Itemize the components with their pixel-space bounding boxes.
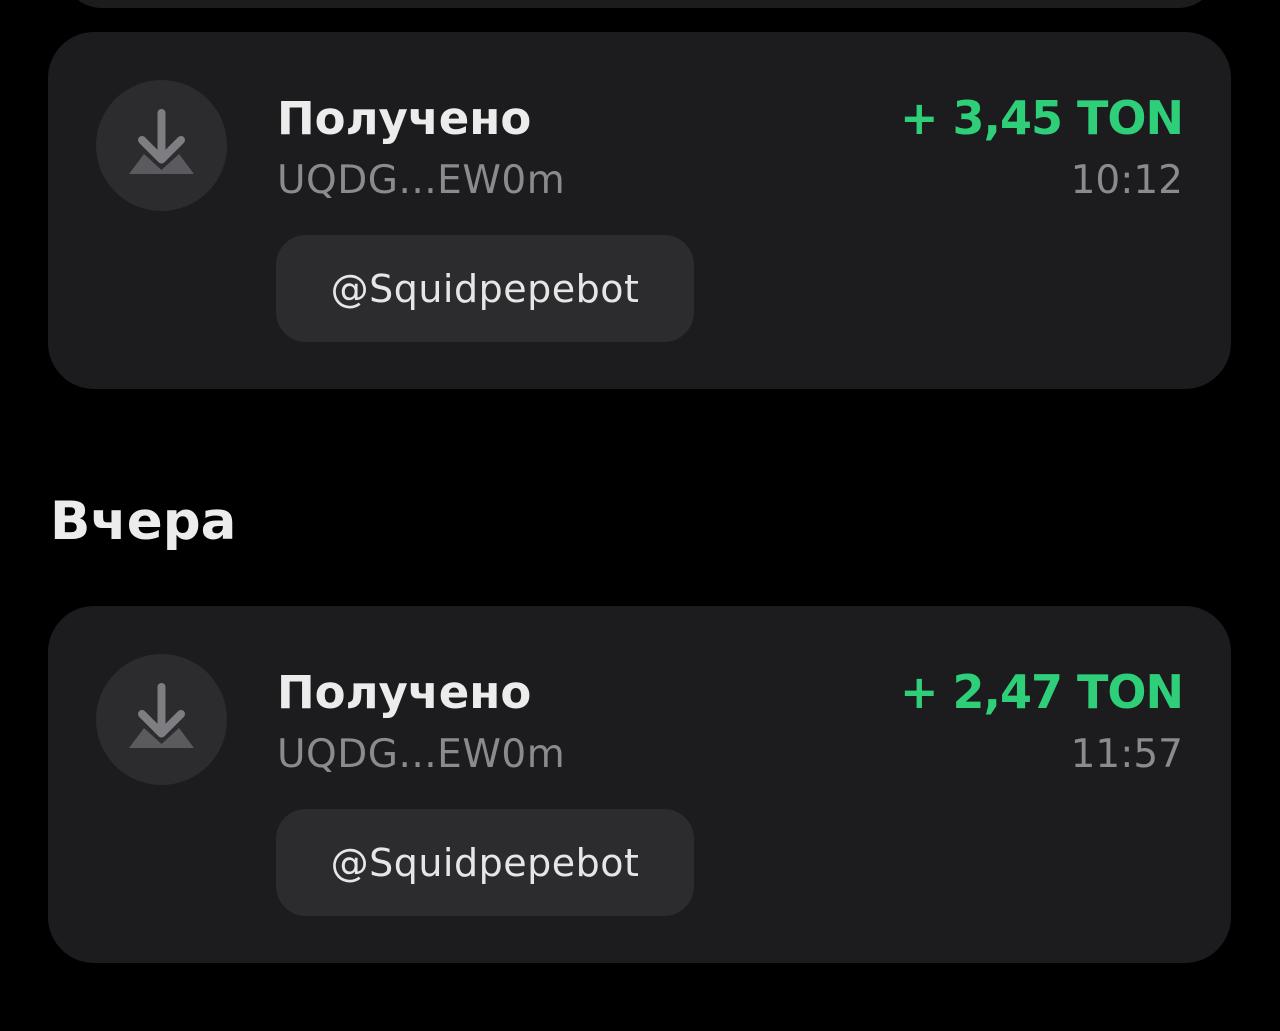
- transaction-comment: @Squidpepebot: [276, 235, 694, 342]
- transaction-type: Получено: [277, 666, 532, 719]
- receive-icon-circle: [96, 654, 227, 785]
- receive-icon-circle: [96, 80, 227, 211]
- transaction-history: Получено UQDG...EW0m + 3,45 TON 10:12 @S…: [0, 0, 1280, 1031]
- transaction-time: 10:12: [1070, 158, 1183, 203]
- transaction-address: UQDG...EW0m: [277, 732, 566, 777]
- arrow-down-receive-icon: [129, 683, 194, 748]
- transaction-comment: @Squidpepebot: [276, 809, 694, 916]
- transaction-time: 11:57: [1070, 732, 1183, 777]
- transaction-card[interactable]: Получено UQDG...EW0m + 2,47 TON 11:57 @S…: [48, 606, 1231, 963]
- section-header-yesterday: Вчера: [50, 491, 237, 552]
- arrow-down-receive-icon: [129, 109, 194, 174]
- previous-transaction-card[interactable]: [62, 0, 1218, 8]
- transaction-type: Получено: [277, 92, 532, 145]
- transaction-card[interactable]: Получено UQDG...EW0m + 3,45 TON 10:12 @S…: [48, 32, 1231, 389]
- transaction-amount: + 2,47 TON: [899, 665, 1184, 719]
- transaction-amount: + 3,45 TON: [899, 91, 1184, 145]
- transaction-address: UQDG...EW0m: [277, 158, 566, 203]
